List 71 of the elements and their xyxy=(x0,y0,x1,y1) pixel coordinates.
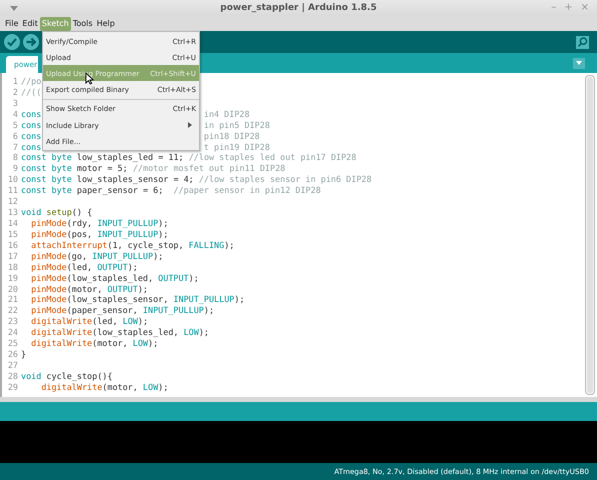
code-line: } xyxy=(21,349,26,360)
line-number: 15 xyxy=(6,228,19,240)
code-line: pinMode(led, OUTPUT); xyxy=(30,262,138,273)
code-line: pinMode(low_staples_led, OUTPUT); xyxy=(30,272,199,284)
code-line: digitalWrite(motor, LOW); xyxy=(40,382,168,393)
line-number: 29 xyxy=(6,382,19,393)
line-number: 25 xyxy=(6,338,19,350)
line-number: 13 xyxy=(6,207,19,218)
line-number: 12 xyxy=(6,196,19,208)
tab-menu-button[interactable] xyxy=(573,58,585,68)
code-line: pinMode(go, INPUT_PULLUP); xyxy=(30,250,164,262)
code-line: pinMode(low_staples_sensor, INPUT_PULLUP); xyxy=(30,294,245,306)
code-line: const byte paper_sensor = 6; //paper sensor in pin12 DIP28 xyxy=(21,185,321,196)
submenu-arrow-icon xyxy=(188,122,192,128)
line-number: 5 xyxy=(12,120,19,131)
code-line: const byte motor = 5; //motor mosfet out pin11 DIP28 xyxy=(21,163,286,174)
line-number: 18 xyxy=(6,262,19,273)
line-number: 10 xyxy=(6,174,19,186)
line-number: 23 xyxy=(6,316,19,328)
menu-item[interactable]: Help xyxy=(94,16,117,30)
code-line: void cycle_stop(){ xyxy=(21,370,112,382)
serial-monitor-button[interactable] xyxy=(576,36,589,48)
line-number: 16 xyxy=(6,240,19,251)
code-line: pinMode(rdy, INPUT_PULLUP); xyxy=(30,218,168,229)
window-menu-icon[interactable] xyxy=(10,6,18,10)
verify-button[interactable] xyxy=(4,34,20,50)
line-number: 24 xyxy=(6,327,19,338)
line-number: 4 xyxy=(12,108,19,120)
line-number: 17 xyxy=(6,250,19,262)
code-line: in4 DIP28 xyxy=(204,108,250,120)
code-line: cons xyxy=(21,130,42,141)
code-line: digitalWrite(motor, LOW); xyxy=(30,338,158,350)
code-line: const byte low_staples_sensor = 4; //low staples sensor in pin6 DIP28 xyxy=(21,174,372,186)
line-number: 28 xyxy=(6,370,19,382)
line-number: 14 xyxy=(6,218,19,229)
menu-item[interactable]: Edit xyxy=(20,16,40,30)
code-line: pin18 DIP28 xyxy=(204,130,260,142)
line-number: 22 xyxy=(6,305,19,316)
line-number: 20 xyxy=(6,284,19,294)
code-line: cons xyxy=(21,142,42,152)
menu-item[interactable]: Tools xyxy=(70,16,95,30)
window-title: power_stappler | Arduino 1.8.5 xyxy=(220,3,377,13)
line-number: 2 xyxy=(12,86,19,98)
code-line: pinMode(motor, OUTPUT); xyxy=(30,284,148,294)
line-number: 11 xyxy=(6,185,19,196)
menu-item[interactable]: File xyxy=(3,16,20,30)
line-number: 21 xyxy=(6,294,19,306)
line-number: 1 xyxy=(12,76,19,87)
code-line: pinMode(paper_sensor, INPUT_PULLUP); xyxy=(30,305,214,316)
line-number: 8 xyxy=(12,152,19,164)
code-line: digitalWrite(low_staples_led, LOW); xyxy=(30,327,209,338)
line-number: 19 xyxy=(6,272,19,284)
line-number: 3 xyxy=(12,98,19,109)
code-line: void setup() { xyxy=(21,207,92,218)
line-number: 9 xyxy=(12,163,19,174)
line-number: 7 xyxy=(12,142,19,152)
code-line: cons xyxy=(21,120,42,130)
search-icon xyxy=(576,36,588,48)
code-line: t pin19 DIP28 xyxy=(204,142,270,152)
code-line: const byte low_staples_led = 11; //low staples led out pin17 DIP28 xyxy=(21,152,356,164)
line-number: 6 xyxy=(12,130,19,142)
upload-button[interactable] xyxy=(23,34,39,50)
code-line: attachInterrupt(1, cycle_stop, FALLING); xyxy=(30,240,234,251)
line-number: 26 xyxy=(6,349,19,360)
code-line: //(( xyxy=(21,86,42,98)
code-line: digitalWrite(led, LOW); xyxy=(30,316,148,328)
code-line: pinMode(pos, INPUT_PULLUP); xyxy=(30,228,168,240)
code-line: //po xyxy=(21,76,42,87)
code-line: cons xyxy=(21,108,42,119)
code-line: in pin5 DIP28 xyxy=(204,120,270,131)
line-number: 27 xyxy=(6,360,19,371)
